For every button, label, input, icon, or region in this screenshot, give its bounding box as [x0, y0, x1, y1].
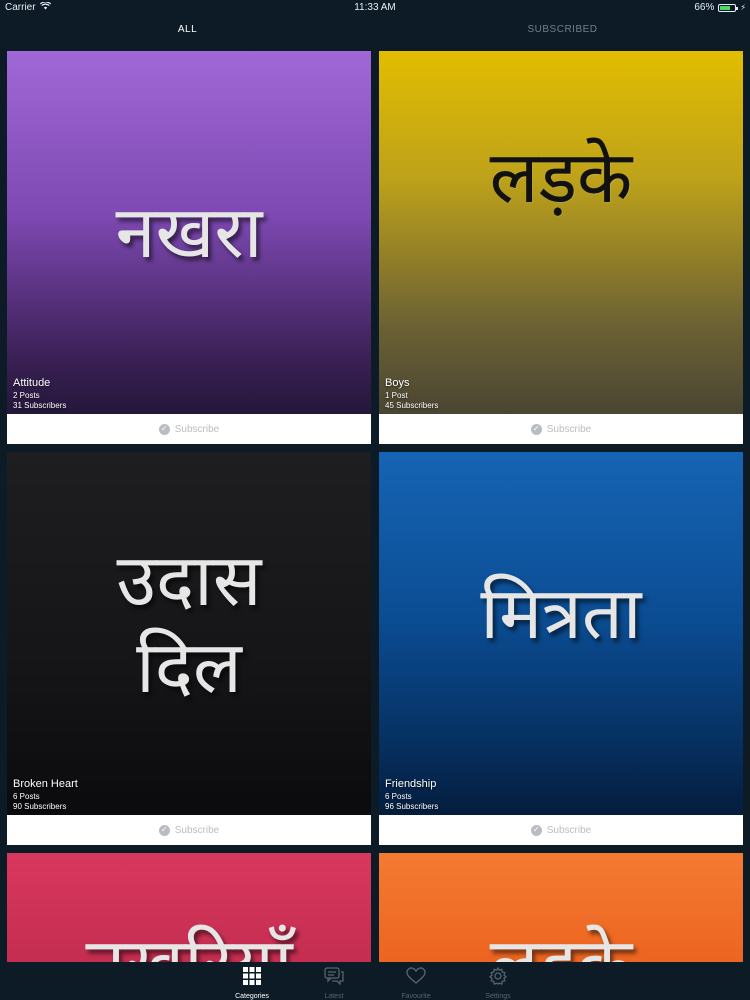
category-grid: नखरा Attitude 2 Posts 31 Subscribers ✓ S…	[7, 51, 743, 965]
nav-favourite[interactable]: Favourite	[392, 962, 440, 1000]
category-hindi-text: लड़के	[489, 135, 633, 220]
subscribe-button[interactable]: ✓ Subscribe	[379, 414, 743, 444]
chat-icon	[324, 967, 344, 990]
category-title: Attitude	[13, 377, 51, 389]
subscribe-label: Subscribe	[174, 824, 220, 836]
nav-label: Favourite	[401, 993, 431, 1000]
category-hindi-text: उदास दिल	[116, 538, 262, 709]
category-subscribers: 96 Subscribers	[385, 802, 439, 811]
category-artwork[interactable]: लड़के	[379, 853, 743, 965]
subscribe-button[interactable]: ✓ Subscribe	[7, 414, 371, 444]
status-time: 11:33 AM	[354, 2, 396, 13]
nav-label: Settings	[485, 993, 511, 1000]
category-posts: 6 Posts	[385, 792, 412, 801]
category-hindi-text: लड़के	[489, 921, 633, 965]
nav-settings[interactable]: Settings	[474, 962, 522, 1000]
category-hindi-text: नखरा	[115, 190, 263, 275]
category-posts: 2 Posts	[13, 391, 40, 400]
tab-subscribed[interactable]: SUBSCRIBED	[375, 18, 750, 42]
segment-tabs: ALL SUBSCRIBED	[0, 18, 750, 42]
category-meta: Attitude 2 Posts 31 Subscribers	[13, 377, 66, 411]
category-artwork[interactable]: नखरा Attitude 2 Posts 31 Subscribers	[7, 51, 371, 414]
category-artwork[interactable]: उदास दिल Broken Heart 6 Posts 90 Subscri…	[7, 452, 371, 815]
grid-icon	[243, 967, 261, 990]
category-title: Friendship	[385, 778, 437, 790]
battery-percent: 66%	[694, 2, 715, 13]
nav-label: Latest	[324, 993, 344, 1000]
category-card-partial-orange[interactable]: लड़के	[379, 853, 743, 965]
category-meta: Boys 1 Post 45 Subscribers	[385, 377, 438, 411]
subscribe-label: Subscribe	[546, 824, 592, 836]
subscribe-label: Subscribe	[546, 423, 592, 435]
check-icon: ✓	[158, 423, 170, 435]
nav-latest[interactable]: Latest	[310, 962, 358, 1000]
check-icon: ✓	[158, 824, 170, 836]
category-title: Broken Heart	[13, 778, 78, 790]
category-posts: 6 Posts	[13, 792, 40, 801]
category-artwork[interactable]: नखरियाँ	[7, 853, 371, 965]
category-card-partial-pink[interactable]: नखरियाँ	[7, 853, 371, 965]
tab-all[interactable]: ALL	[0, 18, 375, 42]
charging-icon: ⚡	[740, 3, 746, 12]
category-meta: Friendship 6 Posts 96 Subscribers	[385, 778, 438, 812]
category-card-broken-heart[interactable]: उदास दिल Broken Heart 6 Posts 90 Subscri…	[7, 452, 371, 845]
nav-label: Categories	[235, 993, 269, 1000]
heart-icon	[406, 967, 426, 990]
status-bar: Carrier 11:33 AM 66% ⚡	[0, 0, 750, 16]
category-artwork[interactable]: लड़के Boys 1 Post 45 Subscribers	[379, 51, 743, 414]
check-icon: ✓	[530, 824, 542, 836]
bottom-tab-bar: Categories Latest Favourite Settings	[0, 962, 750, 1000]
category-artwork[interactable]: मित्रता Friendship 6 Posts 96 Subscriber…	[379, 452, 743, 815]
category-hindi-text: मित्रता	[480, 571, 642, 656]
category-card-attitude[interactable]: नखरा Attitude 2 Posts 31 Subscribers ✓ S…	[7, 51, 371, 444]
category-subscribers: 31 Subscribers	[13, 401, 67, 410]
category-meta: Broken Heart 6 Posts 90 Subscribers	[13, 778, 78, 812]
category-card-boys[interactable]: लड़के Boys 1 Post 45 Subscribers ✓ Subsc…	[379, 51, 743, 444]
gear-icon	[488, 966, 508, 990]
subscribe-button[interactable]: ✓ Subscribe	[7, 815, 371, 845]
category-card-friendship[interactable]: मित्रता Friendship 6 Posts 96 Subscriber…	[379, 452, 743, 845]
category-title: Boys	[385, 377, 410, 389]
category-subscribers: 45 Subscribers	[385, 401, 439, 410]
category-subscribers: 90 Subscribers	[13, 802, 67, 811]
nav-categories[interactable]: Categories	[228, 962, 276, 1000]
category-posts: 1 Post	[385, 391, 408, 400]
check-icon: ✓	[530, 423, 542, 435]
subscribe-label: Subscribe	[174, 423, 220, 435]
subscribe-button[interactable]: ✓ Subscribe	[379, 815, 743, 845]
category-hindi-text: नखरियाँ	[85, 921, 293, 965]
battery-icon	[718, 3, 739, 12]
